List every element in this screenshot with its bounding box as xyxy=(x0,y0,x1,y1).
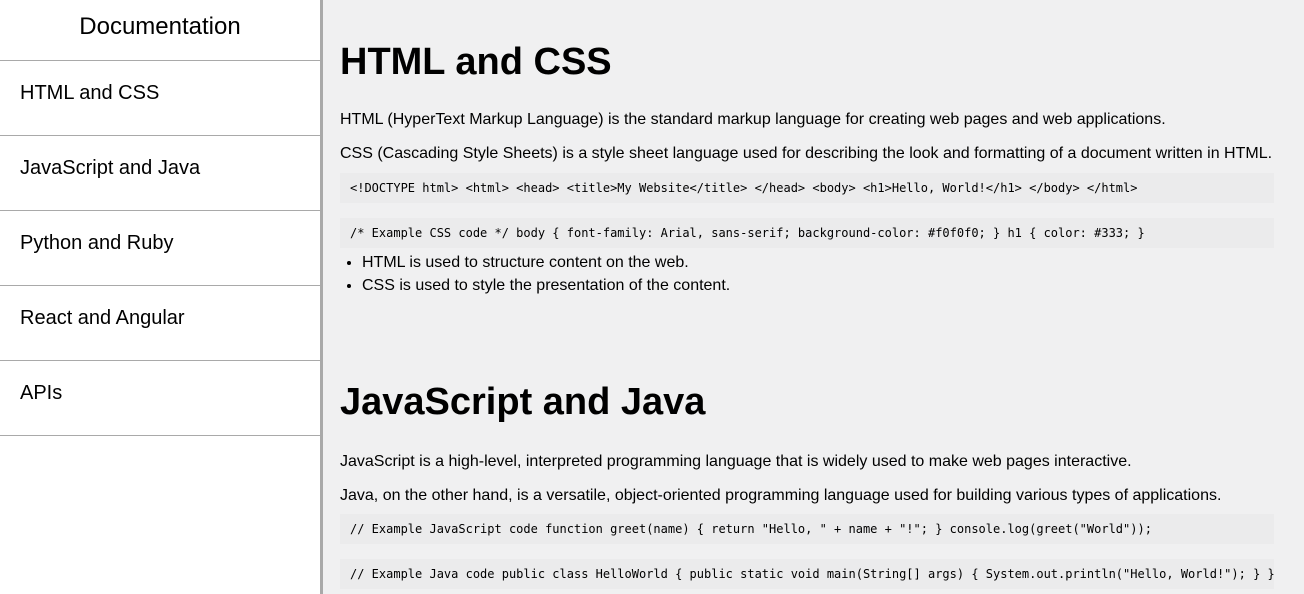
navbar: Documentation HTML and CSS JavaScript an… xyxy=(0,0,323,594)
section-html-and-css: HTML and CSS HTML (HyperText Markup Lang… xyxy=(340,40,1274,297)
code-block: /* Example CSS code */ body { font-famil… xyxy=(340,218,1274,248)
section-paragraph: JavaScript is a high-level, interpreted … xyxy=(340,453,1132,470)
section-paragraph: CSS (Cascading Style Sheets) is a style … xyxy=(340,145,1273,162)
code-block: <!DOCTYPE html> <html> <head> <title>My … xyxy=(340,173,1274,203)
nav-link-apis[interactable]: APIs xyxy=(0,361,320,436)
list-item: CSS is used to style the presentation of… xyxy=(362,274,1274,297)
list-item: HTML is used to structure content on the… xyxy=(362,251,1274,274)
section-title: HTML and CSS xyxy=(340,41,612,83)
section-paragraph: HTML (HyperText Markup Language) is the … xyxy=(340,111,1166,128)
section-list: HTML is used to structure content on the… xyxy=(340,251,1274,297)
navbar-header: Documentation xyxy=(0,0,320,61)
section-title: JavaScript and Java xyxy=(340,381,706,423)
nav-link-javascript-and-java[interactable]: JavaScript and Java xyxy=(0,136,320,211)
code-block: // Example Java code public class HelloW… xyxy=(340,559,1274,589)
section-javascript-and-java: JavaScript and Java JavaScript is a high… xyxy=(340,380,1274,589)
nav-link-react-and-angular[interactable]: React and Angular xyxy=(0,286,320,361)
code-block: // Example JavaScript code function gree… xyxy=(340,514,1274,544)
nav-link-python-and-ruby[interactable]: Python and Ruby xyxy=(0,211,320,286)
section-paragraph: Java, on the other hand, is a versatile,… xyxy=(340,487,1222,504)
nav-link-html-and-css[interactable]: HTML and CSS xyxy=(0,61,320,136)
main-doc: HTML and CSS HTML (HyperText Markup Lang… xyxy=(340,0,1274,594)
